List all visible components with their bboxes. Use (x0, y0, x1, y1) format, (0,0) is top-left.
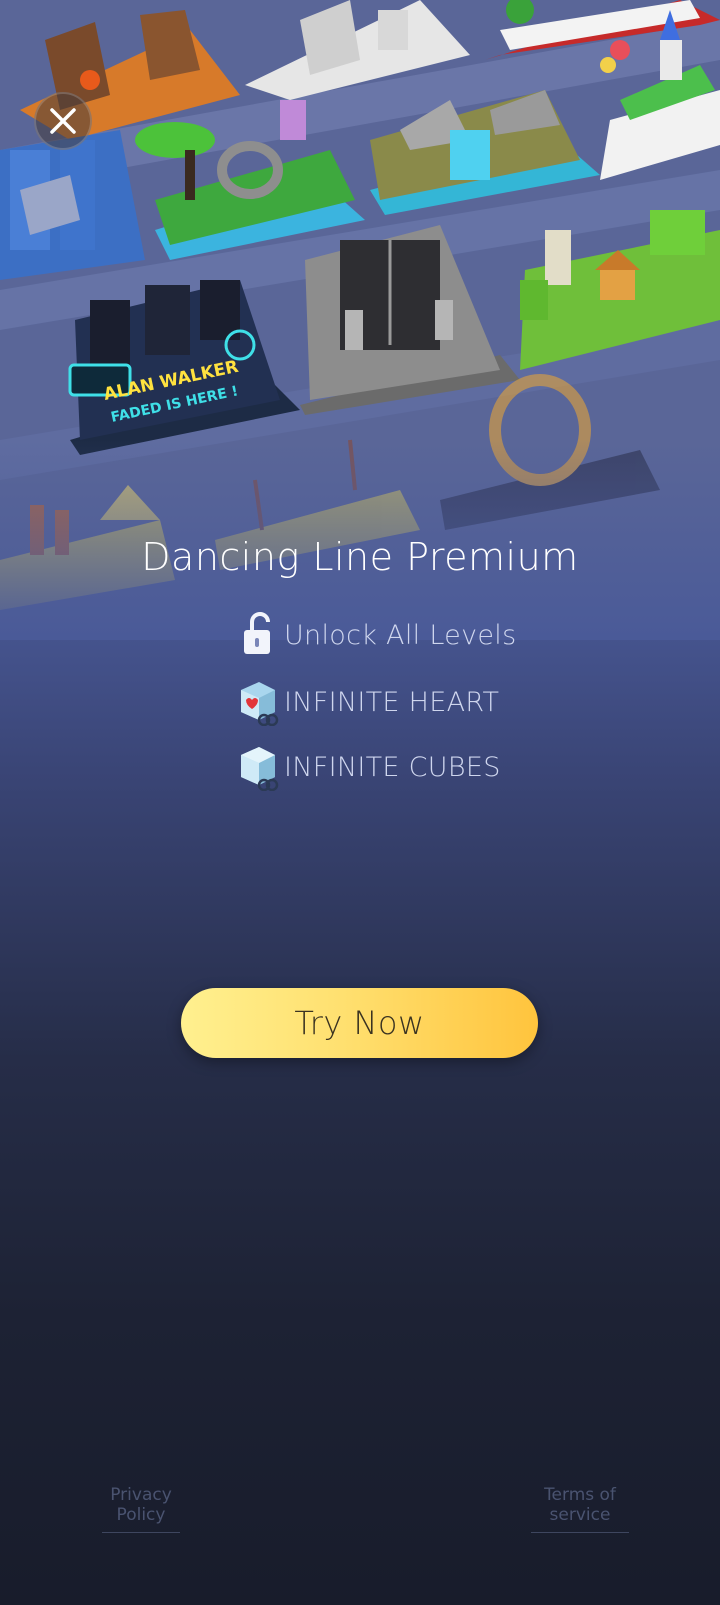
close-icon (50, 108, 76, 134)
terms-underline (531, 1532, 629, 1533)
feature-unlock-all-levels: Unlock All Levels (236, 610, 516, 660)
feature-label: INFINITE HEART (284, 686, 500, 718)
cube-icon (236, 742, 280, 792)
feature-infinite-cubes: INFINITE CUBES (236, 742, 501, 792)
try-now-button[interactable]: Try Now (181, 988, 538, 1058)
terms-of-service-link[interactable]: Terms of service (517, 1485, 643, 1533)
unlock-icon (236, 610, 280, 660)
feature-label: Unlock All Levels (284, 619, 517, 651)
try-now-label: Try Now (294, 1004, 425, 1042)
privacy-underline (102, 1532, 180, 1533)
heart-cube-icon (236, 677, 280, 727)
privacy-policy-link[interactable]: Privacy Policy (88, 1485, 194, 1533)
level-tile-city (0, 130, 145, 280)
privacy-policy-label: Privacy Policy (110, 1485, 172, 1525)
premium-title: Dancing Line Premium (141, 535, 579, 579)
terms-of-service-label: Terms of service (544, 1485, 616, 1525)
close-button[interactable] (34, 92, 92, 150)
feature-label: INFINITE CUBES (284, 751, 501, 783)
feature-infinite-heart: INFINITE HEART (236, 677, 499, 727)
